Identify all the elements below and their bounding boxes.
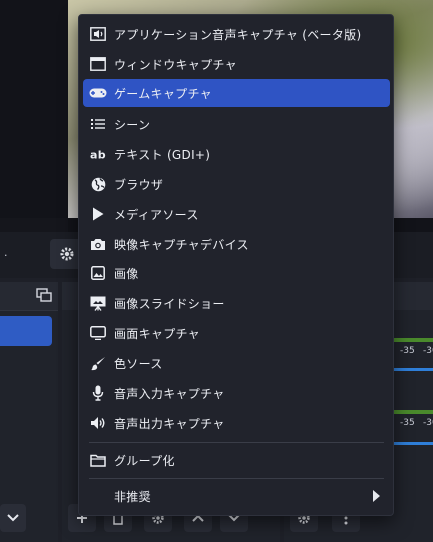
gear-icon xyxy=(60,247,74,261)
volume-slider-2[interactable] xyxy=(394,442,433,445)
globe-icon xyxy=(89,175,107,193)
add-source-context-menu: アプリケーション音声キャプチャ (ベータ版) ウィンドウキャプチャ ゲームキャプ… xyxy=(78,14,394,516)
monitor-icon xyxy=(89,324,107,342)
menu-item-display-capture[interactable]: 画面キャプチャ xyxy=(83,319,390,347)
menu-item-image[interactable]: 画像 xyxy=(83,259,390,287)
menu-item-label: 画面キャプチャ xyxy=(114,326,200,341)
audio-meter-1 xyxy=(394,338,433,342)
db-label: -35 xyxy=(400,346,415,356)
audio-meter-2 xyxy=(394,410,433,414)
chevron-down-icon xyxy=(7,514,19,522)
menu-item-deprecated-submenu[interactable]: 非推奨 xyxy=(83,482,390,510)
menu-item-image-slideshow[interactable]: 画像スライドショー xyxy=(83,289,390,317)
menu-separator xyxy=(89,442,384,443)
menu-item-label: アプリケーション音声キャプチャ (ベータ版) xyxy=(114,27,362,42)
image-icon xyxy=(89,264,107,282)
db-label: -30 xyxy=(423,418,433,428)
menu-item-window-capture[interactable]: ウィンドウキャプチャ xyxy=(83,50,390,78)
scene-options-button[interactable] xyxy=(0,504,26,532)
menu-item-label: グループ化 xyxy=(114,453,175,468)
menu-item-color-source[interactable]: 色ソース xyxy=(83,349,390,377)
menu-item-application-audio-capture[interactable]: アプリケーション音声キャプチャ (ベータ版) xyxy=(83,20,390,48)
menu-item-label: 音声入力キャプチャ xyxy=(114,386,225,401)
menu-item-label: 非推奨 xyxy=(114,489,151,504)
window-icon xyxy=(89,55,107,73)
menu-item-label: ゲームキャプチャ xyxy=(114,86,212,101)
menu-item-label: 色ソース xyxy=(114,356,163,371)
microphone-icon xyxy=(89,384,107,402)
dock-undock-icon[interactable] xyxy=(36,288,52,302)
slideshow-icon xyxy=(89,294,107,312)
preview-left-strip xyxy=(0,0,68,218)
menu-item-scene[interactable]: シーン xyxy=(83,110,390,138)
db-label: -30 xyxy=(423,346,433,356)
menu-item-media-source[interactable]: メディアソース xyxy=(83,200,390,228)
menu-item-audio-input-capture[interactable]: 音声入力キャプチャ xyxy=(83,379,390,407)
svg-text:ab: ab xyxy=(90,149,106,161)
menu-item-video-capture-device[interactable]: 映像キャプチャデバイス xyxy=(83,230,390,258)
menu-item-label: 映像キャプチャデバイス xyxy=(114,237,249,252)
menu-item-label: ウィンドウキャプチャ xyxy=(114,57,237,72)
speaker-window-icon xyxy=(89,25,107,43)
menu-item-label: シーン xyxy=(114,117,151,132)
speaker-icon xyxy=(89,414,107,432)
menu-separator xyxy=(89,478,384,479)
menu-item-label: ブラウザ xyxy=(114,177,164,192)
gamepad-icon xyxy=(89,84,107,102)
folder-icon xyxy=(89,451,107,469)
menu-item-label: テキスト (GDI+) xyxy=(114,147,211,162)
text-ab-icon: ab xyxy=(89,145,107,163)
brush-icon xyxy=(89,354,107,372)
camera-icon xyxy=(89,235,107,253)
list-icon xyxy=(89,115,107,133)
control-bar-label: . xyxy=(4,246,8,259)
scene-list-item[interactable] xyxy=(0,316,52,346)
menu-item-browser[interactable]: ブラウザ xyxy=(83,170,390,198)
menu-item-game-capture[interactable]: ゲームキャプチャ xyxy=(83,79,390,107)
db-label: -35 xyxy=(400,418,415,428)
volume-slider-1[interactable] xyxy=(394,368,433,371)
menu-item-audio-output-capture[interactable]: 音声出力キャプチャ xyxy=(83,409,390,437)
submenu-arrow-icon xyxy=(373,490,380,502)
menu-item-group[interactable]: グループ化 xyxy=(83,446,390,474)
play-icon xyxy=(89,205,107,223)
menu-item-label: 画像スライドショー xyxy=(114,296,225,311)
menu-item-label: 音声出力キャプチャ xyxy=(114,416,225,431)
menu-item-text-gdi[interactable]: ab テキスト (GDI+) xyxy=(83,140,390,168)
blank-icon-slot xyxy=(89,487,107,505)
menu-item-label: 画像 xyxy=(114,266,139,281)
menu-item-label: メディアソース xyxy=(114,207,199,222)
